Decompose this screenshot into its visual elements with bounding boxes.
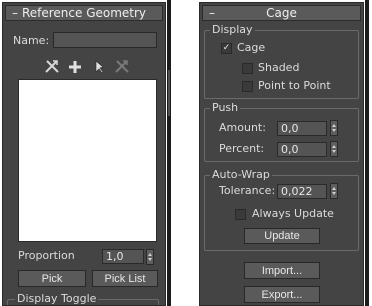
cage-checkbox-label: Cage [237, 41, 266, 54]
panel-scrollbar-left[interactable] [167, 0, 171, 306]
panel-separator-right [365, 0, 369, 306]
cage-rollout-header[interactable]: – Cage [202, 5, 361, 21]
amount-spinner[interactable] [330, 120, 338, 136]
name-input[interactable] [53, 32, 157, 48]
amount-field[interactable] [277, 121, 327, 136]
display-group-title: Display [210, 23, 255, 37]
rollout-title: Reference Geometry [21, 6, 147, 20]
push-group-title: Push [210, 101, 241, 115]
reference-geometry-list[interactable] [18, 79, 157, 242]
amount-label: Amount: [219, 121, 266, 134]
name-label: Name: [13, 34, 50, 47]
point-to-point-checkbox-label: Point to Point [258, 79, 331, 92]
always-update-checkbox-label: Always Update [252, 207, 334, 220]
export-button[interactable]: Export... [244, 286, 320, 303]
display-toggle-group-title: Display Toggle [15, 292, 99, 305]
percent-spinner[interactable] [330, 141, 338, 157]
add-icon[interactable] [67, 59, 83, 75]
panel-scrollbar-thumb[interactable] [168, 70, 170, 116]
auto-wrap-group-title: Auto-Wrap [210, 168, 272, 182]
pick-list-button[interactable]: Pick List [92, 270, 158, 287]
cage-checkbox[interactable]: ✓ [221, 43, 232, 54]
spinner-up-icon[interactable] [148, 253, 152, 256]
percent-label: Percent: [219, 142, 265, 155]
shaded-checkbox[interactable] [242, 63, 253, 74]
spinner-down-icon[interactable] [148, 258, 152, 261]
proportion-label: Proportion [18, 249, 75, 262]
pick-tool-icon[interactable] [44, 59, 60, 75]
percent-field[interactable] [277, 142, 327, 157]
proportion-spinner[interactable] [146, 249, 154, 265]
proportion-field[interactable] [102, 249, 144, 264]
tolerance-label: Tolerance: [219, 184, 276, 197]
spinner-down-icon[interactable] [332, 192, 336, 195]
reference-geometry-rollout-header[interactable]: – Reference Geometry [5, 5, 163, 21]
spinner-up-icon[interactable] [332, 145, 336, 148]
spinner-down-icon[interactable] [332, 150, 336, 153]
update-button[interactable]: Update [244, 228, 320, 244]
import-button[interactable]: Import... [244, 262, 320, 279]
spinner-down-icon[interactable] [332, 129, 336, 132]
tolerance-field[interactable] [277, 184, 327, 199]
spinner-up-icon[interactable] [332, 187, 336, 190]
rollout-title: Cage [266, 6, 297, 20]
reference-geometry-panel: – Reference Geometry Name: Proportion Pi… [2, 2, 166, 306]
remove-tool-icon[interactable] [114, 59, 130, 75]
select-cursor-icon[interactable] [91, 59, 107, 75]
always-update-checkbox[interactable] [235, 209, 246, 220]
point-to-point-checkbox[interactable] [242, 81, 253, 92]
cage-panel: – Cage Display ✓ Cage Shaded Point to Po… [199, 2, 364, 306]
pick-button[interactable]: Pick [18, 270, 86, 287]
tolerance-spinner[interactable] [330, 183, 338, 199]
spinner-up-icon[interactable] [332, 124, 336, 127]
shaded-checkbox-label: Shaded [258, 61, 300, 74]
